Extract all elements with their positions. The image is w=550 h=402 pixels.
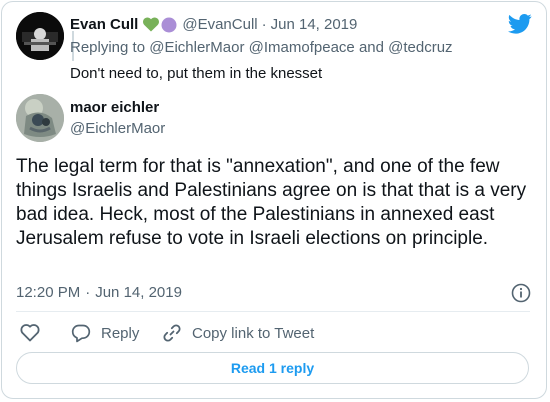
user-name[interactable]: Evan Cull	[70, 16, 138, 33]
quoted-text: Don't need to, put them in the knesset	[70, 65, 323, 82]
user-name[interactable]: maor eichler	[70, 99, 159, 116]
reply-label: Reply	[101, 324, 140, 342]
reply-button[interactable]: Reply	[71, 323, 139, 343]
user-handle[interactable]: @EvanCull	[182, 16, 257, 33]
avatar[interactable]	[16, 94, 64, 142]
user-handle[interactable]: @EichlerMaor	[70, 120, 165, 137]
avatar[interactable]	[16, 12, 64, 60]
separator-dot: ·	[85, 284, 91, 301]
replying-to: Replying to @EichlerMaor @Imamofpeace an…	[70, 39, 453, 56]
read-reply-button[interactable]: Read 1 reply	[16, 352, 529, 384]
like-button[interactable]	[20, 323, 40, 342]
reply-handle[interactable]: @EichlerMaor	[149, 39, 244, 56]
copy-link-label: Copy link to Tweet	[192, 324, 315, 342]
twitter-logo-icon[interactable]	[508, 14, 532, 34]
tweet-text: The legal term for that is "annexation",…	[16, 156, 527, 249]
comment-icon	[71, 323, 91, 343]
read-reply-label: Read 1 reply	[230, 360, 315, 376]
quoted-header: Evan Cull @EvanCull · Jun 14, 2019	[70, 16, 357, 33]
info-icon[interactable]	[511, 283, 531, 303]
copy-link-button[interactable]: Copy link to Tweet	[162, 323, 314, 343]
divider	[16, 311, 530, 312]
heart-icon	[20, 323, 40, 342]
tweet-date[interactable]: Jun 14, 2019	[271, 16, 358, 33]
replying-prefix: Replying to	[70, 39, 146, 56]
tweet-date: Jun 14, 2019	[95, 284, 182, 301]
separator-dot: ·	[261, 16, 267, 33]
tweet-timestamp[interactable]: 12:20 PM · Jun 14, 2019	[16, 284, 182, 301]
tweet-time: 12:20 PM	[16, 284, 81, 301]
reply-handle[interactable]: @Imamofpeace	[249, 39, 355, 56]
reply-handle[interactable]: @tedcruz	[388, 39, 452, 56]
reply-and: and	[358, 39, 384, 56]
purple-circle-icon	[161, 17, 177, 33]
green-heart-icon	[143, 17, 160, 32]
link-icon	[162, 323, 182, 343]
